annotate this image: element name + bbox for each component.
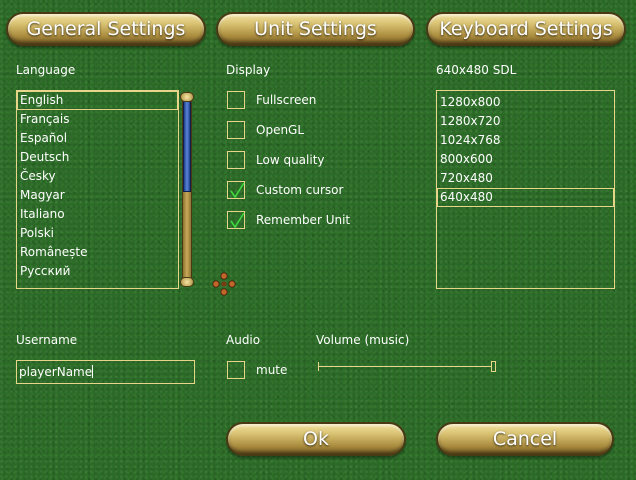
volume-slider-track[interactable] xyxy=(318,366,494,367)
resolution-item[interactable]: 720x480 xyxy=(437,169,614,188)
text-caret xyxy=(92,365,94,378)
display-checkbox-remember-unit[interactable] xyxy=(227,211,245,229)
resolution-item[interactable]: 1280x800 xyxy=(437,93,614,112)
display-checkbox-opengl[interactable] xyxy=(227,121,245,139)
resolution-item[interactable]: 640x480 xyxy=(437,188,614,207)
display-option-label: OpenGL xyxy=(256,123,305,137)
language-item[interactable]: Magyar xyxy=(17,186,178,205)
volume-label: Volume (music) xyxy=(316,333,410,347)
resolution-item[interactable]: 1024x768 xyxy=(437,131,614,150)
language-item[interactable]: Česky xyxy=(17,167,178,186)
display-option-label: Remember Unit xyxy=(256,213,351,227)
scroll-up-arrow-icon[interactable] xyxy=(180,92,194,102)
ok-button[interactable]: Ok xyxy=(226,422,406,456)
language-item[interactable]: English xyxy=(17,91,178,110)
language-item[interactable]: Español xyxy=(17,129,178,148)
language-item[interactable]: Русский xyxy=(17,262,178,281)
display-option-label: Fullscreen xyxy=(256,93,317,107)
language-item[interactable]: Italiano xyxy=(17,205,178,224)
resolution-list[interactable]: 1280x800 1280x720 1024x768 800x600 720x480 64… xyxy=(436,90,615,289)
language-list[interactable]: English Français Español Deutsch Česky Magyar… xyxy=(16,90,179,289)
display-checkbox-fullscreen[interactable] xyxy=(227,91,245,109)
mute-checkbox[interactable] xyxy=(227,361,245,379)
language-item[interactable]: Românește xyxy=(17,243,178,262)
scrollbar-thumb[interactable] xyxy=(183,100,191,192)
username-value: playerName xyxy=(19,365,93,379)
resolution-item[interactable]: 800x600 xyxy=(437,150,614,169)
display-option-label: Custom cursor xyxy=(256,183,344,197)
volume-slider-handle[interactable] xyxy=(491,361,496,372)
volume-slider-start xyxy=(318,362,319,371)
language-label: Language xyxy=(16,63,76,77)
language-item[interactable]: Deutsch xyxy=(17,148,178,167)
display-label: Display xyxy=(226,63,271,77)
display-checkbox-custom-cursor[interactable] xyxy=(227,181,245,199)
tab-keyboard-settings[interactable]: Keyboard Settings xyxy=(426,12,626,46)
cursor-icon xyxy=(211,271,237,297)
display-option-label: Low quality xyxy=(256,153,325,167)
audio-label: Audio xyxy=(226,333,261,347)
tab-general-settings[interactable]: General Settings xyxy=(6,12,206,46)
scroll-down-arrow-icon[interactable] xyxy=(180,277,194,287)
language-item[interactable]: Polski xyxy=(17,224,178,243)
username-input[interactable]: playerName xyxy=(16,360,195,384)
language-item[interactable]: Français xyxy=(17,110,178,129)
display-checkbox-low-quality[interactable] xyxy=(227,151,245,169)
tab-unit-settings[interactable]: Unit Settings xyxy=(216,12,415,46)
resolution-item[interactable]: 1280x720 xyxy=(437,112,614,131)
cancel-button[interactable]: Cancel xyxy=(436,422,614,456)
mute-label: mute xyxy=(256,363,288,377)
username-label: Username xyxy=(16,333,78,347)
resolution-label: 640x480 SDL xyxy=(436,63,517,77)
language-scrollbar[interactable] xyxy=(180,92,194,287)
